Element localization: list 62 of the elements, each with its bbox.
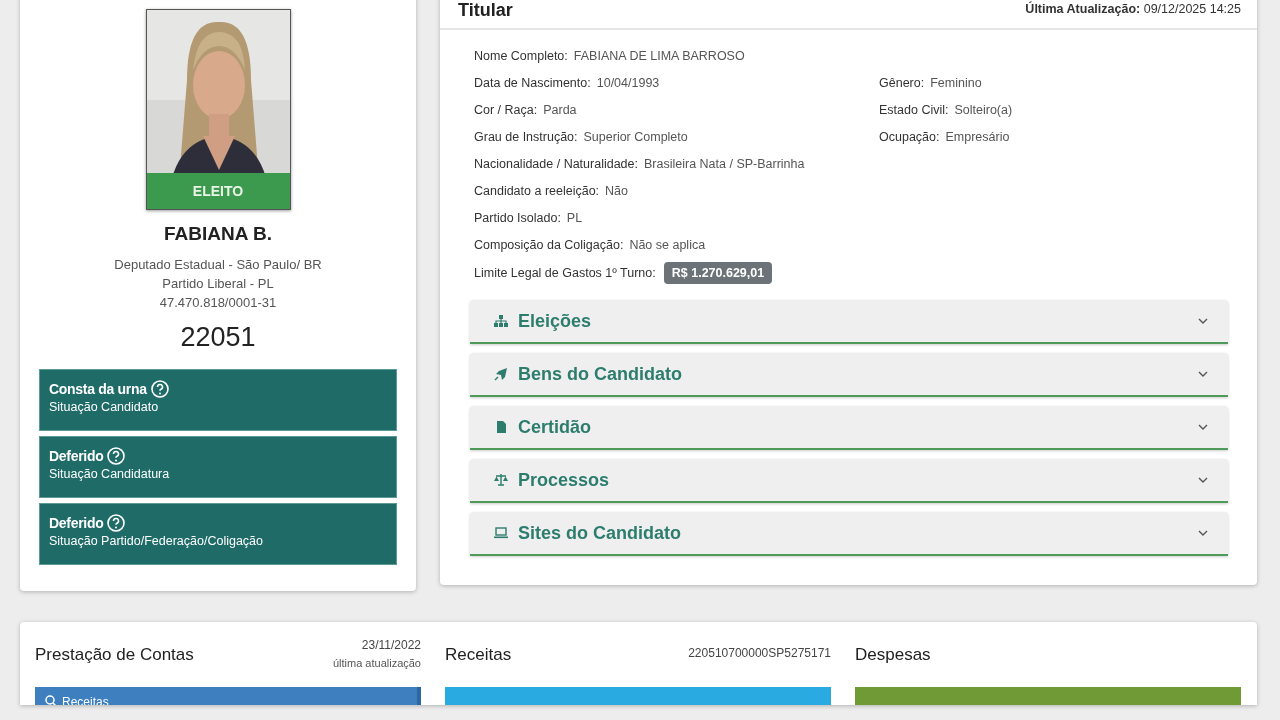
accordion-header[interactable]: Sites do Candidato	[470, 512, 1228, 556]
account-code: 220510700000SP5275171	[688, 646, 831, 660]
accordion-header[interactable]: Eleições	[470, 300, 1228, 344]
chevron-icon	[1198, 530, 1208, 536]
field-value: Solteiro(a)	[954, 102, 1013, 117]
field-value: Feminino	[930, 75, 982, 90]
hierarchy-icon	[494, 314, 508, 328]
candidate-detail: Deputado Estadual - São Paulo/ BR	[113, 256, 323, 274]
candidate-number: 22051	[179, 322, 257, 353]
field-value: FABIANA DE LIMA BARROSO	[573, 48, 745, 63]
field-label: Partido Isolado:	[474, 210, 561, 225]
chevron-icon	[1198, 371, 1208, 377]
field-label: Limite Legal de Gastos 1º Turno:	[474, 266, 656, 280]
last-update-text: Última Atualização: 09/12/2025 14:25	[1025, 2, 1241, 16]
laptop-icon	[494, 526, 508, 540]
field-label: Gênero:	[879, 75, 925, 90]
field-label: Ocupação:	[879, 129, 940, 144]
field-label: Candidato a reeleição:	[474, 183, 600, 198]
field-label: Estado Civil:	[879, 102, 949, 117]
chevron-icon	[1198, 477, 1208, 483]
field-label: Nacionalidade / Naturalidade:	[474, 156, 638, 171]
field-value: Brasileira Nata / SP-Barrinha	[644, 156, 805, 171]
field-label: Cor / Raça:	[474, 102, 538, 117]
candidate-name: FABIANA B.	[163, 223, 273, 245]
candidate-detail: 47.470.818/0001-31	[158, 294, 278, 312]
status-value: Deferido	[49, 448, 104, 464]
status-value: Deferido	[49, 515, 104, 531]
field-value: Não	[605, 183, 629, 198]
search-icon	[45, 695, 56, 705]
field-value: Superior Completo	[583, 129, 688, 144]
chevron-icon	[1198, 318, 1208, 324]
help-icon	[150, 380, 169, 398]
status-value: Consta da urna	[49, 381, 147, 397]
section-title: Prestação de Contas	[35, 645, 194, 665]
field-label: Nome Completo:	[474, 48, 568, 63]
help-icon	[107, 514, 126, 532]
field-value: PL	[566, 210, 583, 225]
section-title: Titular	[458, 0, 513, 20]
section-title: Receitas	[445, 645, 512, 665]
update-date: 23/11/2022	[360, 637, 421, 654]
accordion-header[interactable]: Certidão	[470, 406, 1228, 450]
field-label: Composição da Coligação:	[474, 237, 624, 252]
status-label: Situação Candidato	[49, 400, 160, 414]
scale-icon	[494, 473, 508, 487]
field-label: Grau de Instrução:	[474, 129, 578, 144]
status-label: Situação Candidatura	[49, 467, 171, 481]
status-badge: ELEITO	[146, 173, 290, 209]
accordion-header[interactable]: Bens do Candidato	[470, 353, 1228, 397]
accordion-header[interactable]: Processos	[470, 459, 1228, 503]
field-value: Empresário	[945, 129, 1010, 144]
chevron-icon	[1198, 424, 1208, 430]
field-value: 10/04/1993	[596, 75, 660, 90]
amount-badge: R$ 1.270.629,01	[663, 262, 773, 284]
field-value: Não se aplica	[629, 237, 706, 252]
status-label: Situação Partido/Federação/Coligação	[49, 534, 265, 548]
section-title: Despesas	[855, 645, 931, 665]
document-icon	[494, 420, 508, 434]
help-icon	[107, 447, 126, 465]
field-value: Parda	[543, 102, 577, 117]
field-label: Data de Nascimento:	[474, 75, 591, 90]
candidate-detail: Partido Liberal - PL	[161, 275, 275, 293]
update-caption: última atualização	[332, 656, 421, 671]
